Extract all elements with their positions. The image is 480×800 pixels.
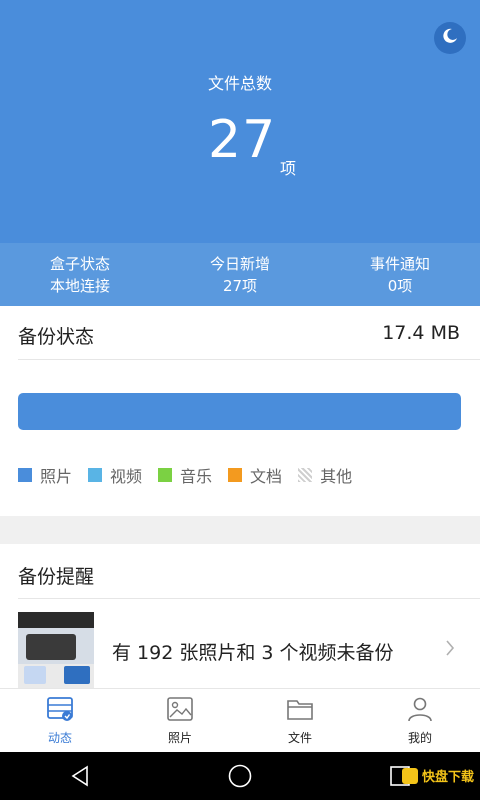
stat-today-new[interactable]: 今日新增 27项 bbox=[160, 243, 320, 306]
photo-icon bbox=[166, 695, 194, 723]
legend-label: 照片 bbox=[40, 467, 73, 486]
legend-label: 音乐 bbox=[180, 467, 213, 486]
summary-header: z 文件总数 27 项 盒子状态 本地连接 今日新增 27项 事件通知 0项 bbox=[0, 0, 480, 306]
legend-label: 其他 bbox=[320, 467, 353, 486]
total-files-unit: 项 bbox=[280, 159, 297, 178]
storage-usage-bar bbox=[18, 393, 461, 430]
stat-value: 0项 bbox=[387, 277, 413, 295]
tab-label: 我的 bbox=[407, 731, 432, 745]
legend-item-music: 音乐 bbox=[158, 463, 212, 487]
bottom-tab-bar: 动态 照片 文件 我的 bbox=[0, 688, 480, 752]
tab-files[interactable]: 文件 bbox=[240, 689, 360, 752]
legend-item-documents: 文档 bbox=[228, 463, 282, 487]
svg-text:z: z bbox=[451, 33, 454, 40]
stat-box-status[interactable]: 盒子状态 本地连接 bbox=[0, 243, 160, 306]
legend-item-other: 其他 bbox=[298, 463, 352, 487]
dynamic-icon bbox=[46, 695, 74, 723]
tab-label: 照片 bbox=[167, 731, 192, 745]
back-icon[interactable] bbox=[66, 762, 94, 790]
person-icon bbox=[406, 695, 434, 723]
folder-icon bbox=[286, 695, 314, 723]
legend-swatch bbox=[88, 468, 103, 482]
legend-swatch bbox=[18, 468, 32, 482]
chevron-right-icon bbox=[442, 638, 458, 658]
section-gap bbox=[0, 516, 480, 544]
legend-item-photos: 照片 bbox=[18, 463, 72, 487]
tab-me[interactable]: 我的 bbox=[360, 689, 480, 752]
stat-value: 27项 bbox=[222, 277, 258, 295]
reminder-text: 有 192 张照片和 3 个视频未备份 bbox=[112, 642, 394, 664]
watermark-text: 快盘下载 bbox=[421, 770, 474, 785]
tab-label: 动态 bbox=[47, 731, 72, 745]
legend-label: 视频 bbox=[110, 467, 143, 486]
divider bbox=[18, 598, 480, 599]
watermark-logo-icon bbox=[401, 767, 418, 784]
night-mode-button[interactable]: z bbox=[434, 22, 466, 54]
backup-reminder-title: 备份提醒 bbox=[18, 566, 95, 588]
stats-row: 盒子状态 本地连接 今日新增 27项 事件通知 0项 bbox=[0, 243, 480, 306]
moon-icon: z bbox=[441, 27, 459, 49]
legend-item-videos: 视频 bbox=[88, 463, 142, 487]
divider bbox=[18, 359, 480, 360]
watermark: 快盘下载 bbox=[401, 766, 474, 785]
stat-label: 今日新增 bbox=[209, 255, 270, 273]
tab-photos[interactable]: 照片 bbox=[120, 689, 240, 752]
tab-label: 文件 bbox=[287, 731, 312, 745]
backup-status-title: 备份状态 bbox=[18, 326, 95, 348]
legend-swatch bbox=[228, 468, 243, 482]
legend-swatch bbox=[158, 468, 173, 482]
stat-label: 事件通知 bbox=[369, 255, 430, 273]
storage-legend: 照片 视频 音乐 文档 其他 bbox=[18, 463, 368, 487]
total-files-count: 27 bbox=[208, 110, 277, 170]
backup-size: 17.4 MB bbox=[382, 322, 460, 344]
stat-value: 本地连接 bbox=[49, 277, 110, 295]
tab-dynamic[interactable]: 动态 bbox=[0, 689, 120, 752]
total-files-label: 文件总数 bbox=[207, 74, 272, 93]
reminder-thumbnail bbox=[18, 612, 94, 688]
legend-label: 文档 bbox=[250, 467, 283, 486]
stat-label: 盒子状态 bbox=[49, 255, 110, 273]
legend-swatch bbox=[298, 468, 313, 482]
home-icon[interactable] bbox=[226, 762, 254, 790]
stat-notifications[interactable]: 事件通知 0项 bbox=[320, 243, 480, 306]
